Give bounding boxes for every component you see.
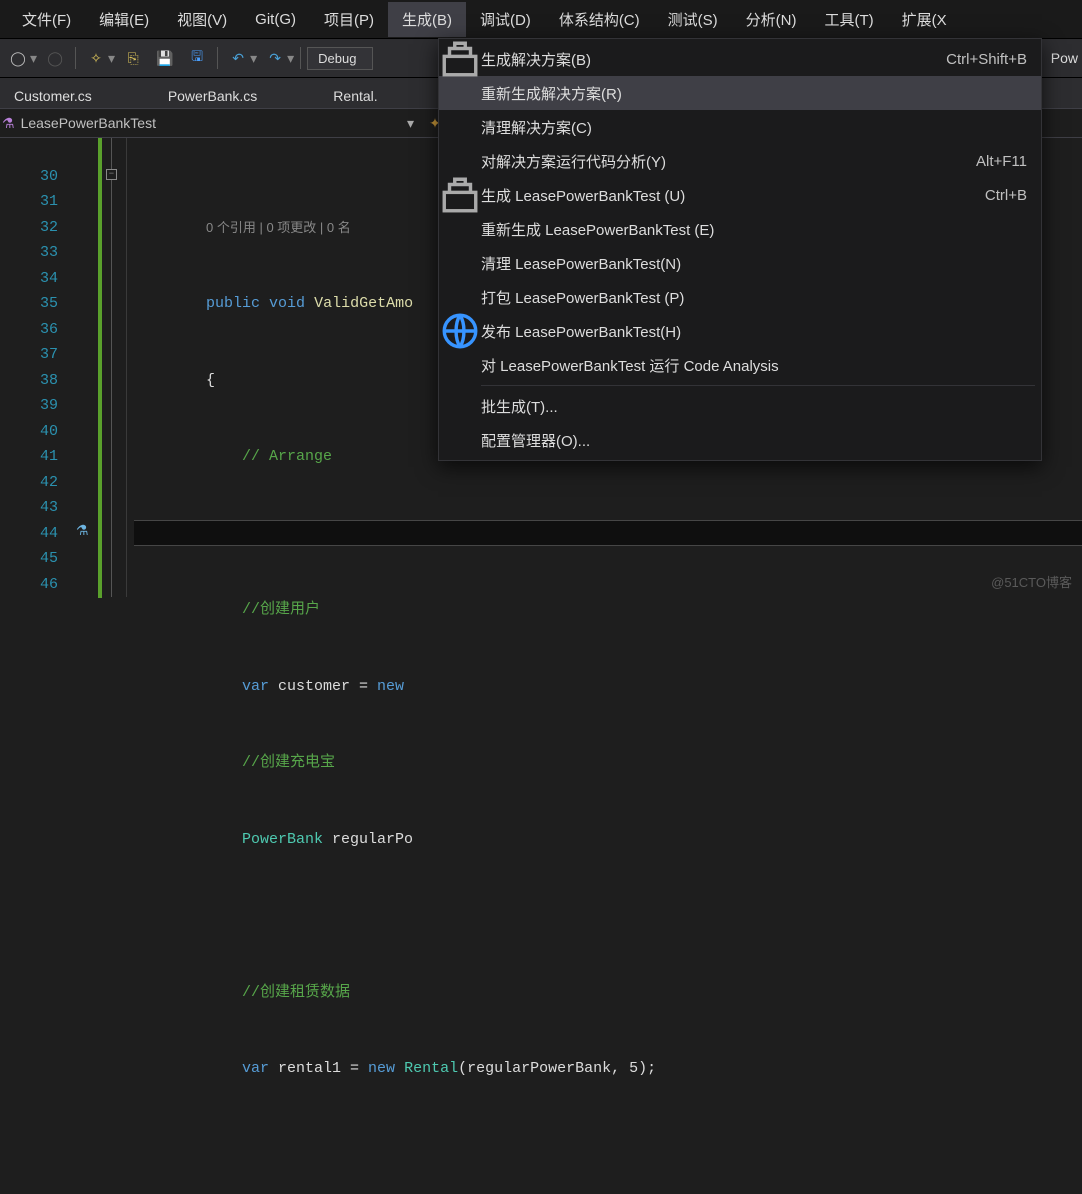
menu-item[interactable]: 打包 LeasePowerBankTest (P) — [439, 280, 1041, 314]
line-number: 42 — [0, 470, 58, 496]
menu-扩展(X[interactable]: 扩展(X — [888, 2, 961, 37]
menu-item-label: 生成 LeasePowerBankTest (U) — [481, 185, 985, 206]
menu-separator — [481, 385, 1035, 386]
menu-项目(P)[interactable]: 项目(P) — [310, 2, 388, 37]
line-number: 43 — [0, 495, 58, 521]
menu-item-label: 对解决方案运行代码分析(Y) — [481, 151, 976, 172]
line-number: 30 — [0, 164, 58, 190]
scope-label: LeasePowerBankTest — [21, 115, 156, 131]
current-line — [134, 520, 1082, 546]
line-number: 39 — [0, 393, 58, 419]
menu-视图(V)[interactable]: 视图(V) — [163, 2, 241, 37]
line-number: 37 — [0, 342, 58, 368]
line-numbers: 3031323334353637383940414243444546 — [0, 138, 74, 597]
menu-item-label: 清理解决方案(C) — [481, 117, 1027, 138]
menu-编辑(E)[interactable]: 编辑(E) — [85, 2, 163, 37]
menu-item[interactable]: 发布 LeasePowerBankTest(H) — [439, 314, 1041, 348]
fold-icon[interactable]: − — [106, 169, 117, 180]
menu-item[interactable]: 配置管理器(O)... — [439, 423, 1041, 457]
menu-shortcut: Ctrl+B — [985, 187, 1027, 204]
nav-back-icon[interactable]: ◯ — [4, 44, 32, 72]
menu-item[interactable]: 生成解决方案(B)Ctrl+Shift+B — [439, 42, 1041, 76]
undo-icon[interactable]: ↶ — [224, 44, 252, 72]
menu-分析(N)[interactable]: 分析(N) — [732, 2, 811, 37]
line-number: 45 — [0, 546, 58, 572]
menu-体系结构(C)[interactable]: 体系结构(C) — [545, 2, 654, 37]
menu-调试(D)[interactable]: 调试(D) — [466, 2, 545, 37]
codelens[interactable]: 0 个引用 | 0 项更改 | 0 名 — [206, 220, 351, 235]
line-number: 35 — [0, 291, 58, 317]
open-icon[interactable]: ⎘ — [119, 44, 147, 72]
menu-item-label: 清理 LeasePowerBankTest(N) — [481, 253, 1027, 274]
line-number: 34 — [0, 266, 58, 292]
menu-文件(F)[interactable]: 文件(F) — [8, 2, 85, 37]
change-margin — [96, 138, 106, 597]
menu-item[interactable]: 生成 LeasePowerBankTest (U)Ctrl+B — [439, 178, 1041, 212]
menu-测试(S)[interactable]: 测试(S) — [654, 2, 732, 37]
line-number: 31 — [0, 189, 58, 215]
line-number: 38 — [0, 368, 58, 394]
config-combo[interactable]: Debug — [307, 47, 373, 70]
build-icon — [439, 38, 481, 80]
menu-item-label: 重新生成解决方案(R) — [481, 83, 1027, 104]
nav-fwd-icon: ◯ — [41, 44, 69, 72]
redo-icon[interactable]: ↷ — [261, 44, 289, 72]
watermark: @51CTO博客 — [991, 572, 1072, 591]
tab-Customer.cs[interactable]: Customer.cs — [6, 84, 100, 108]
menu-工具(T)[interactable]: 工具(T) — [810, 2, 887, 37]
line-number: 33 — [0, 240, 58, 266]
build-menu: 生成解决方案(B)Ctrl+Shift+B 重新生成解决方案(R) 清理解决方案(C… — [438, 38, 1042, 461]
chevron-down-icon: ▾ — [407, 115, 414, 132]
menu-shortcut: Ctrl+Shift+B — [946, 51, 1027, 68]
menu-item-label: 生成解决方案(B) — [481, 49, 946, 70]
line-number: 32 — [0, 215, 58, 241]
menu-Git(G)[interactable]: Git(G) — [241, 4, 310, 35]
save-all-icon[interactable]: 🖫 — [183, 44, 211, 72]
tab-Rental.[interactable]: Rental. — [325, 84, 385, 108]
scope-dropdown[interactable]: ⚗ LeasePowerBankTest ▾ — [2, 111, 422, 135]
change-marker — [98, 138, 102, 598]
globe-icon — [439, 310, 481, 352]
flask-icon: ⚗ — [2, 115, 15, 131]
line-number: 41 — [0, 444, 58, 470]
separator — [217, 47, 218, 69]
menu-shortcut: Alt+F11 — [976, 153, 1027, 170]
menu-item-label: 对 LeasePowerBankTest 运行 Code Analysis — [481, 355, 1027, 376]
line-number: 46 — [0, 572, 58, 598]
menu-item[interactable]: 批生成(T)... — [439, 389, 1041, 423]
menu-生成(B)[interactable]: 生成(B) — [388, 2, 466, 37]
menubar: 文件(F)编辑(E)视图(V)Git(G)项目(P)生成(B)调试(D)体系结构… — [0, 0, 1082, 38]
separator — [75, 47, 76, 69]
line-number: 44 — [0, 521, 58, 547]
run-target-partial: Pow — [1051, 50, 1078, 66]
line-number: 40 — [0, 419, 58, 445]
menu-item[interactable]: 对解决方案运行代码分析(Y)Alt+F11 — [439, 144, 1041, 178]
outline-margin: − — [106, 138, 126, 597]
menu-item-label: 配置管理器(O)... — [481, 430, 1027, 451]
menu-item-label: 发布 LeasePowerBankTest(H) — [481, 321, 1027, 342]
menu-item[interactable]: 对 LeasePowerBankTest 运行 Code Analysis — [439, 348, 1041, 382]
menu-item[interactable]: 清理解决方案(C) — [439, 110, 1041, 144]
save-icon[interactable]: 💾 — [151, 44, 179, 72]
menu-item-label: 打包 LeasePowerBankTest (P) — [481, 287, 1027, 308]
menu-item-label: 批生成(T)... — [481, 396, 1027, 417]
glyph-margin: ⚗ — [74, 138, 96, 597]
build-icon — [439, 174, 481, 216]
line-number: 36 — [0, 317, 58, 343]
menu-item[interactable]: 清理 LeasePowerBankTest(N) — [439, 246, 1041, 280]
separator — [300, 47, 301, 69]
tab-PowerBank.cs[interactable]: PowerBank.cs — [160, 84, 265, 108]
new-file-icon[interactable]: ✧ — [82, 44, 110, 72]
menu-item[interactable]: 重新生成解决方案(R) — [439, 76, 1041, 110]
test-icon[interactable]: ⚗ — [76, 520, 89, 546]
menu-item[interactable]: 重新生成 LeasePowerBankTest (E) — [439, 212, 1041, 246]
menu-item-label: 重新生成 LeasePowerBankTest (E) — [481, 219, 1027, 240]
